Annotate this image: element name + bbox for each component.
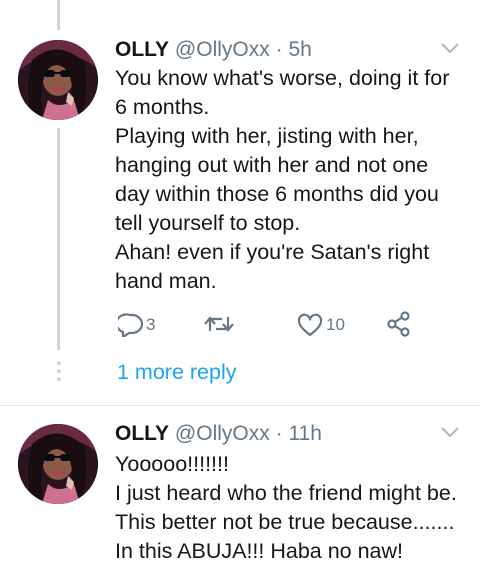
timestamp[interactable]: 11h [288,422,321,445]
tweet-line: Playing with her, jisting with her, [115,124,419,148]
tweet-line: In this ABUJA!!! Haba no naw! [115,539,404,563]
tweet-line: 6 months. [115,95,210,119]
more-replies-link[interactable]: 1 more reply [117,358,237,386]
thread-gap-dots-icon [57,361,61,381]
thread-line [57,128,60,350]
display-name[interactable]: OLLY [115,38,169,61]
tweet-line: hand man. [115,269,217,293]
tweet-header: OLLY @OllyOxx · 11h [115,420,322,448]
tweet-line: I just heard who the friend might be. [115,481,457,505]
user-handle[interactable]: @OllyOxx [175,422,270,445]
tweet-line: Ahan! even if you're Satan's right [115,240,430,264]
tweet-line: Yooooo!!!!!!! [115,452,229,476]
user-handle[interactable]: @OllyOxx [175,38,270,61]
tweet-line: This better not be true because....... [115,510,455,534]
chevron-down-icon[interactable] [440,426,460,438]
chevron-down-icon[interactable] [440,42,460,54]
avatar[interactable] [18,424,98,504]
divider-top [0,20,480,21]
tweet-line: You know what's worse, doing it for [115,66,450,90]
reply-icon[interactable] [120,0,142,4]
retweet-icon[interactable] [202,0,232,4]
divider [0,405,480,406]
tweet-line: tell yourself to stop. [115,211,301,235]
separator-dot: · [275,422,283,445]
like-icon[interactable] [297,313,323,337]
tweet-line: hanging out with her and not one [115,153,429,177]
tweet-line: day within those 6 months did you [115,182,439,206]
display-name[interactable]: OLLY [115,422,169,445]
reply-count: 3 [146,315,156,334]
tweet-text: You know what's worse, doing it for 6 mo… [115,64,475,296]
tweet-header: OLLY @OllyOxx · 5h [115,36,312,64]
separator-dot: · [275,38,283,61]
timestamp[interactable]: 5h [288,38,311,61]
like-count: 10 [326,315,345,334]
tweet-text: Yooooo!!!!!!! I just heard who the frien… [115,450,475,566]
retweet-icon[interactable] [203,313,235,335]
avatar[interactable] [18,40,98,120]
share-icon[interactable] [395,0,415,4]
share-icon[interactable] [386,311,412,337]
reply-icon[interactable] [118,313,144,337]
thread-line-top [57,0,60,30]
